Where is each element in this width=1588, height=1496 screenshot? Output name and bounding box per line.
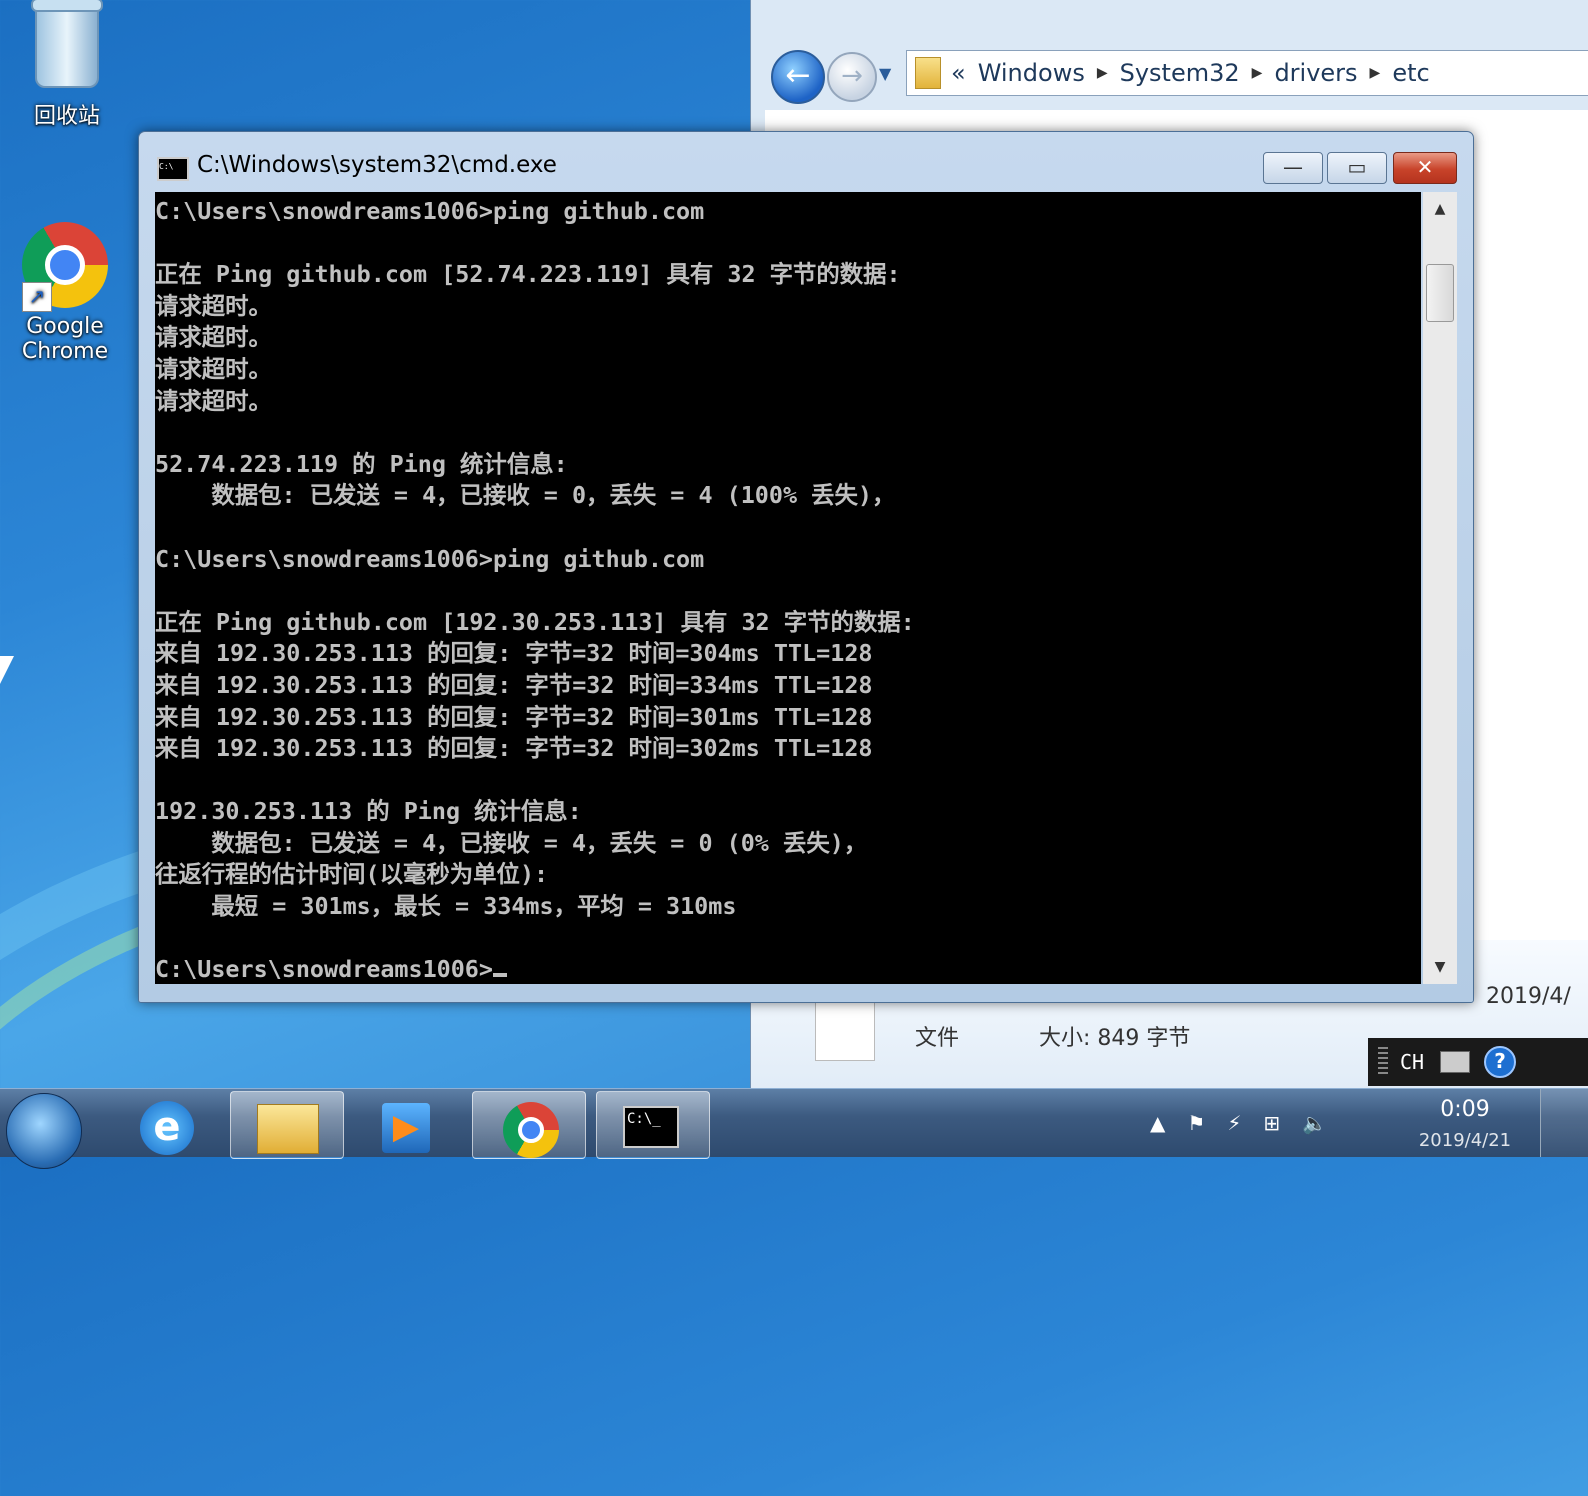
breadcrumb-system32[interactable]: System32 [1120,59,1240,87]
notification-area: ▲ ⚑ ⚡ ⊞ 🔈 [1150,1089,1349,1157]
system-clock[interactable]: 0:09 2019/4/21 [1410,1097,1520,1151]
language-bar[interactable]: CH ? [1368,1038,1588,1086]
show-desktop-button[interactable] [1540,1089,1588,1157]
back-arrow-icon[interactable]: ← [771,50,825,104]
recycle-bin-icon [31,0,103,88]
close-button[interactable]: ✕ [1393,152,1457,184]
file-size: 大小: 849 字节 [1039,1026,1191,1051]
grip-handle[interactable] [1378,1047,1388,1077]
breadcrumb-separator-icon[interactable]: ▶ [1252,65,1263,81]
chrome-icon [503,1102,559,1158]
shortcut-arrow-icon: ↗ [22,282,52,312]
help-icon[interactable]: ? [1484,1046,1517,1078]
minimize-button[interactable]: — [1263,152,1323,184]
flag-icon[interactable]: ⚑ [1187,1111,1205,1135]
scroll-up-icon[interactable]: ▲ [1423,192,1457,226]
vertical-scrollbar[interactable]: ▲ ▼ [1423,192,1457,984]
breadcrumb-separator-icon[interactable]: ▶ [1097,65,1108,81]
cmd-icon: C:\_ [623,1106,679,1148]
chrome-label-line1: Google [26,314,104,339]
text-cursor [492,973,507,978]
volume-icon[interactable]: 🔈 [1302,1111,1327,1135]
breadcrumb-etc[interactable]: etc [1392,59,1429,87]
folder-icon [257,1104,319,1154]
taskbar-chrome[interactable] [472,1091,586,1159]
breadcrumb-overflow[interactable]: « [951,59,966,87]
taskbar: e ▶ C:\_ ▲ ⚑ ⚡ ⊞ 🔈 0:09 2019/4/21 [0,1088,1588,1169]
scroll-down-icon[interactable]: ▼ [1423,950,1457,984]
internet-explorer-icon: e [140,1101,194,1155]
power-icon[interactable]: ⚡ [1227,1111,1241,1135]
recycle-bin-label: 回收站 [33,104,100,129]
breadcrumb-separator-icon[interactable]: ▶ [1370,65,1381,81]
chrome-shortcut[interactable]: ↗ Google Chrome [10,222,120,364]
file-date: 2019/4/ [1486,984,1571,1009]
input-language[interactable]: CH [1400,1050,1424,1074]
mouse-pointer-icon [0,656,14,684]
breadcrumb-drivers[interactable]: drivers [1274,59,1357,87]
clock-time: 0:09 [1440,1097,1490,1122]
taskbar-media-player[interactable]: ▶ [350,1091,462,1157]
cmd-window[interactable]: C:\ C:\Windows\system32\cmd.exe — ▭ ✕ C:… [138,131,1474,1003]
file-type: 文件 [915,1026,960,1051]
explorer-navbar: ← → ▼ « Windows ▶ System32 ▶ drivers ▶ e… [751,40,1588,110]
console-text: C:\Users\snowdreams1006>ping github.com … [155,197,915,984]
keyboard-icon[interactable] [1440,1051,1471,1073]
clock-date: 2019/4/21 [1418,1130,1512,1151]
window-title: C:\Windows\system32\cmd.exe [197,152,557,178]
console-output[interactable]: C:\Users\snowdreams1006>ping github.com … [155,192,1421,984]
breadcrumb-windows[interactable]: Windows [978,59,1085,87]
network-icon[interactable]: ⊞ [1263,1111,1280,1135]
cmd-icon[interactable]: C:\ [157,157,189,181]
maximize-button[interactable]: ▭ [1327,152,1387,184]
taskbar-cmd[interactable]: C:\_ [596,1091,710,1159]
file-thumbnail [815,995,875,1061]
taskbar-windows-explorer[interactable] [230,1091,344,1159]
cmd-titlebar[interactable]: C:\ C:\Windows\system32\cmd.exe — ▭ ✕ [139,132,1473,190]
address-bar[interactable]: « Windows ▶ System32 ▶ drivers ▶ etc [906,50,1588,96]
taskbar-internet-explorer[interactable]: e [112,1091,224,1157]
forward-arrow-icon[interactable]: → [827,52,877,102]
show-hidden-icons-icon[interactable]: ▲ [1150,1111,1165,1135]
chrome-label-line2: Chrome [21,339,109,364]
start-button[interactable] [6,1093,82,1169]
chevron-down-icon[interactable]: ▼ [879,64,891,83]
folder-icon [915,57,941,89]
scroll-thumb[interactable] [1426,264,1454,322]
recycle-bin-shortcut[interactable]: 回收站 [12,0,122,130]
media-player-icon: ▶ [382,1103,430,1153]
